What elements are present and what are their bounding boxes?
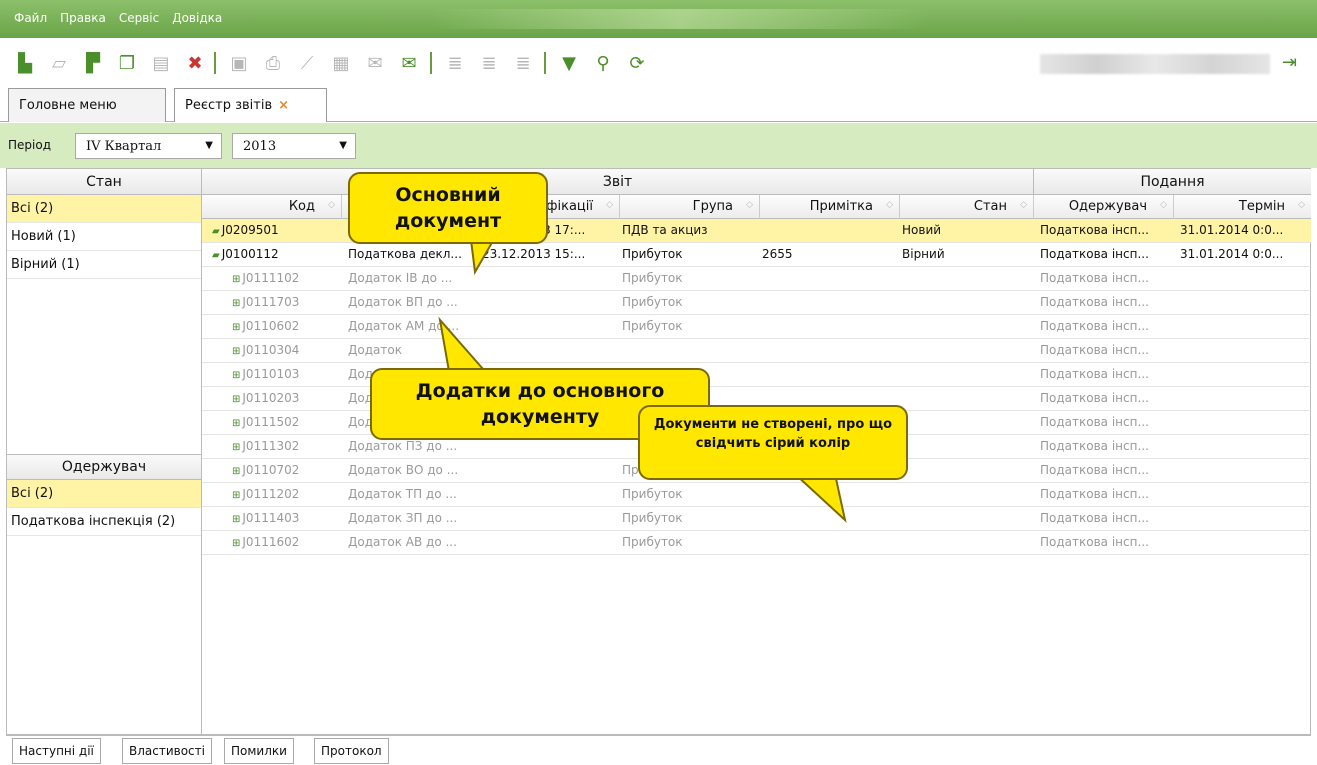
not-created-callout: Документи не створені, про що свідчить с… (638, 405, 908, 480)
main-document-callout: Основний документ (348, 172, 548, 244)
